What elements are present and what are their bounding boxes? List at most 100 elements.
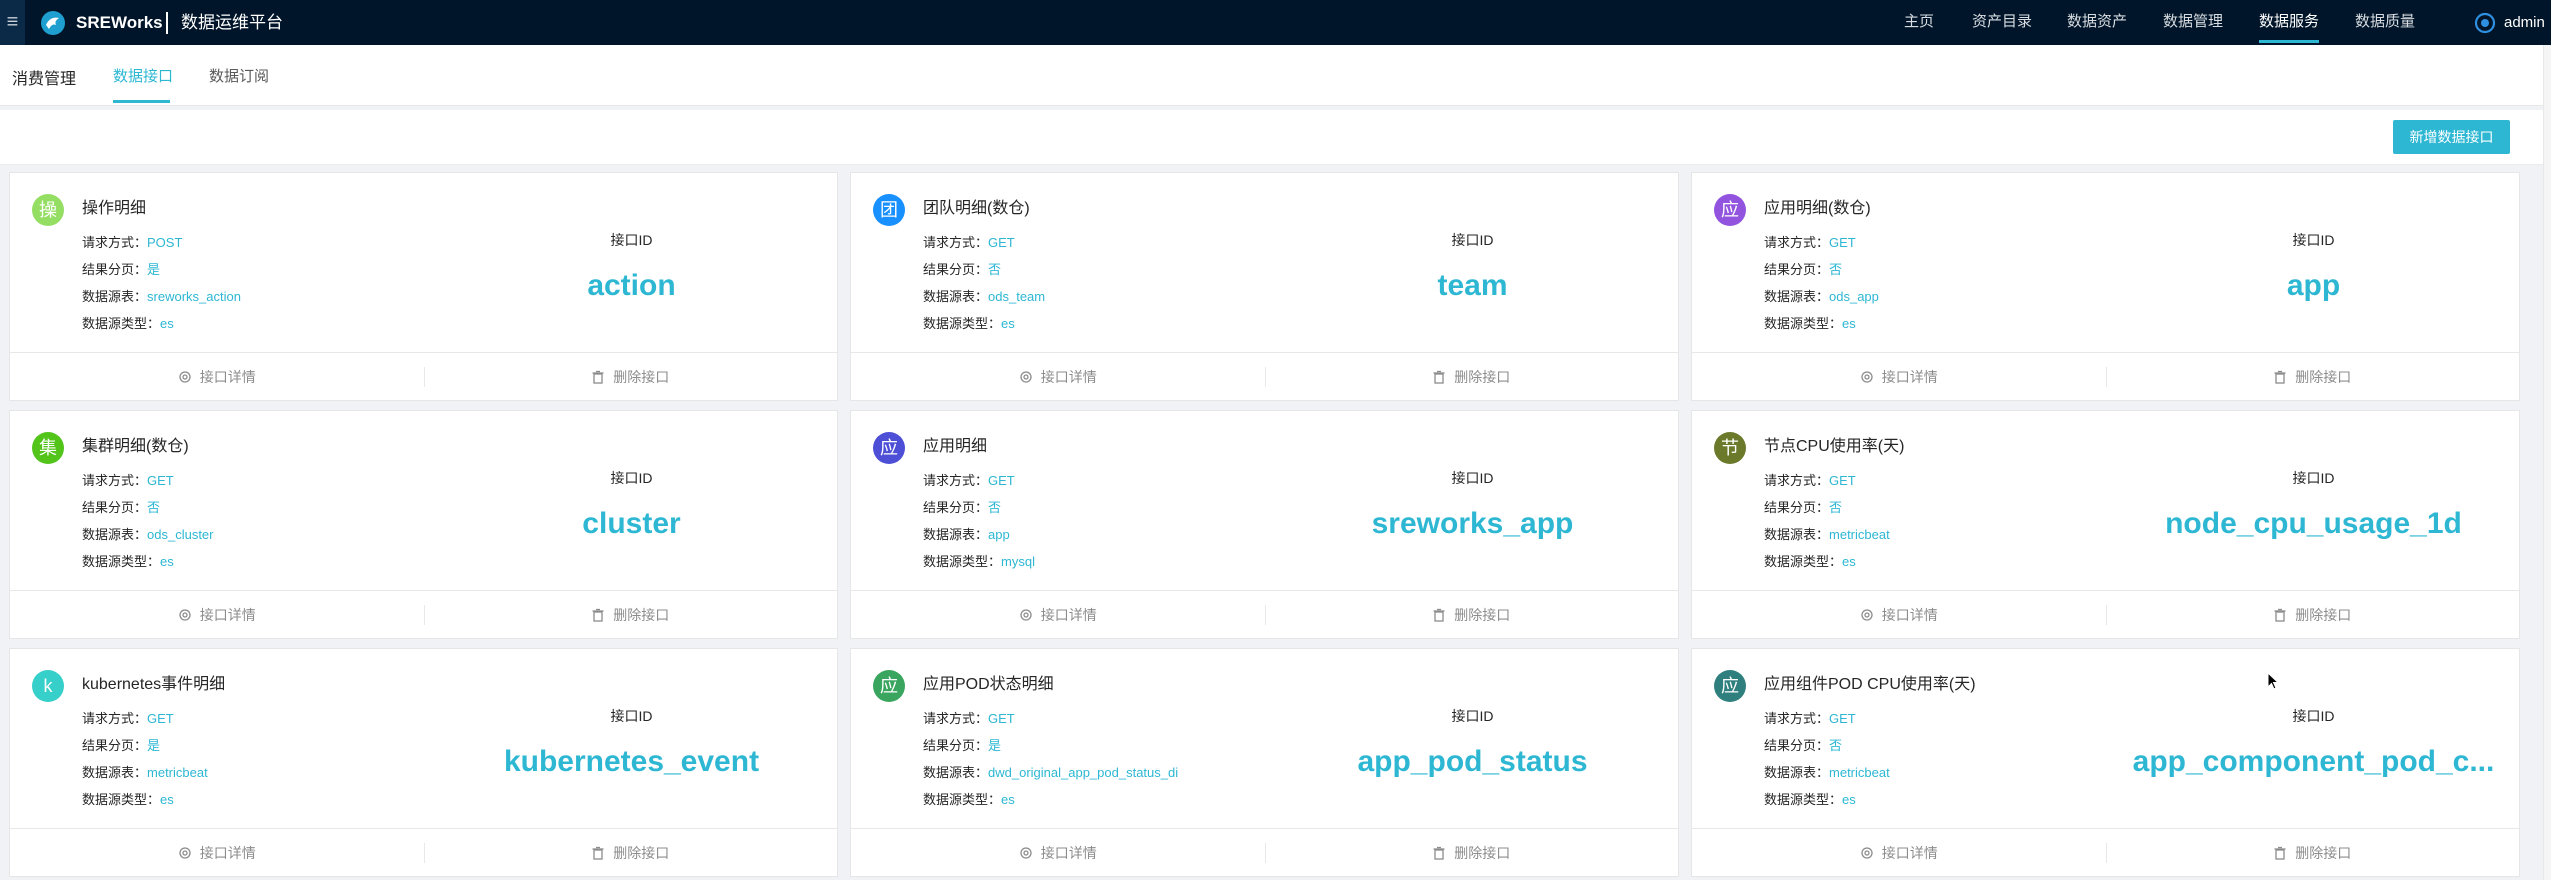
interface-id-label: 接口ID xyxy=(2292,232,2335,248)
source-type-value: es xyxy=(1842,554,1856,569)
nav-data-assets[interactable]: 数据资产 xyxy=(2067,0,2127,45)
paging-value: 否 xyxy=(1829,262,1843,277)
nav-home[interactable]: 主页 xyxy=(1904,0,1934,45)
source-table-label: 数据源表： xyxy=(1764,765,1830,780)
nav-data-quality[interactable]: 数据质量 xyxy=(2355,0,2415,45)
source-type-label: 数据源类型： xyxy=(923,792,1002,807)
source-table-row: 数据源表：app xyxy=(923,524,1010,543)
interface-id-value: app_component_pod_c... xyxy=(2132,745,2495,778)
paging-value: 否 xyxy=(147,500,161,515)
source-table-row: 数据源表：metricbeat xyxy=(1764,524,1890,543)
page-scrollbar[interactable] xyxy=(2543,45,2551,880)
method-value: GET xyxy=(988,711,1015,726)
interface-card: 节 节点CPU使用率(天) 请求方式：GET 结果分页：否 数据源表：metri… xyxy=(1691,410,2520,639)
delete-interface-button[interactable]: 删除接口 xyxy=(2106,353,2520,401)
interface-id-value: action xyxy=(587,269,676,302)
source-table-label: 数据源表： xyxy=(82,289,148,304)
mouse-cursor-icon xyxy=(2267,672,2279,690)
delete-icon xyxy=(1432,845,1454,861)
hamburger-icon[interactable]: ≡ xyxy=(0,0,25,45)
delete-interface-button[interactable]: 删除接口 xyxy=(424,591,838,639)
method-label: 请求方式： xyxy=(923,473,989,488)
interface-card: 操 操作明细 请求方式：POST 结果分页：是 数据源表：sreworks_ac… xyxy=(9,172,838,401)
card-title: 应用POD状态明细 xyxy=(923,676,1054,693)
tab-data-interface[interactable]: 数据接口 xyxy=(113,65,173,86)
card-title: 应用组件POD CPU使用率(天) xyxy=(1764,676,1976,693)
card-avatar: 团 xyxy=(873,194,905,226)
section-title: 消费管理 xyxy=(12,71,77,88)
source-table-row: 数据源表：metricbeat xyxy=(1764,762,1890,781)
interface-detail-button[interactable]: 接口详情 xyxy=(1692,353,2106,401)
method-value: GET xyxy=(988,235,1015,250)
source-type-label: 数据源类型： xyxy=(82,554,161,569)
nav-data-management[interactable]: 数据管理 xyxy=(2163,0,2223,45)
source-table-value: metricbeat xyxy=(1829,765,1890,780)
delete-interface-button[interactable]: 删除接口 xyxy=(1265,829,1679,877)
interface-detail-button[interactable]: 接口详情 xyxy=(1692,829,2106,877)
add-data-interface-button[interactable]: 新增数据接口 xyxy=(2393,120,2510,154)
interface-id-block: 接口ID app_pod_status xyxy=(1265,649,1680,830)
paging-label: 结果分页： xyxy=(1764,262,1830,277)
delete-interface-button[interactable]: 删除接口 xyxy=(1265,353,1679,401)
interface-detail-button[interactable]: 接口详情 xyxy=(851,591,1265,639)
interface-card: 团 团队明细(数仓) 请求方式：GET 结果分页：否 数据源表：ods_team… xyxy=(850,172,1679,401)
card-actions: 接口详情 删除接口 xyxy=(1692,828,2519,876)
nav-asset-catalog[interactable]: 资产目录 xyxy=(1972,0,2032,45)
setting-icon xyxy=(178,607,200,623)
delete-interface-button[interactable]: 删除接口 xyxy=(2106,829,2520,877)
toolbar xyxy=(0,110,2551,165)
card-title: kubernetes事件明细 xyxy=(82,676,226,693)
delete-interface-button[interactable]: 删除接口 xyxy=(2106,591,2520,639)
delete-interface-label: 删除接口 xyxy=(2295,845,2352,861)
card-avatar: 节 xyxy=(1714,432,1746,464)
card-avatar: 集 xyxy=(32,432,64,464)
source-table-label: 数据源表： xyxy=(1764,527,1830,542)
card-avatar: 应 xyxy=(873,432,905,464)
paging-value: 是 xyxy=(147,738,161,753)
interface-detail-button[interactable]: 接口详情 xyxy=(851,829,1265,877)
card-title: 集群明细(数仓) xyxy=(82,438,189,455)
setting-icon xyxy=(178,845,200,861)
paging-label: 结果分页： xyxy=(1764,738,1830,753)
source-table-label: 数据源表： xyxy=(923,289,989,304)
interface-detail-button[interactable]: 接口详情 xyxy=(10,353,424,401)
interface-detail-label: 接口详情 xyxy=(199,845,256,861)
source-type-row: 数据源类型：es xyxy=(923,789,1015,808)
interface-detail-label: 接口详情 xyxy=(199,369,256,385)
tab-data-subscription[interactable]: 数据订阅 xyxy=(209,65,269,86)
card-actions: 接口详情 删除接口 xyxy=(851,352,1678,400)
method-label: 请求方式： xyxy=(1764,473,1830,488)
paging-value: 是 xyxy=(147,262,161,277)
interface-detail-label: 接口详情 xyxy=(1881,369,1938,385)
nav-data-service[interactable]: 数据服务 xyxy=(2259,0,2320,45)
interface-detail-button[interactable]: 接口详情 xyxy=(10,591,424,639)
interface-detail-button[interactable]: 接口详情 xyxy=(1692,591,2106,639)
interface-detail-button[interactable]: 接口详情 xyxy=(10,829,424,877)
interface-card: 集 集群明细(数仓) 请求方式：GET 结果分页：否 数据源表：ods_clus… xyxy=(9,410,838,639)
source-table-label: 数据源表： xyxy=(82,527,148,542)
user-name[interactable]: admin xyxy=(2504,0,2545,45)
source-table-label: 数据源表： xyxy=(923,765,989,780)
setting-icon xyxy=(1019,369,1041,385)
user-avatar-icon[interactable] xyxy=(2474,12,2496,34)
source-type-label: 数据源类型： xyxy=(1764,792,1843,807)
paging-label: 结果分页： xyxy=(82,262,148,277)
delete-interface-button[interactable]: 删除接口 xyxy=(1265,591,1679,639)
card-actions: 接口详情 删除接口 xyxy=(851,590,1678,638)
delete-interface-button[interactable]: 删除接口 xyxy=(424,353,838,401)
method-label: 请求方式： xyxy=(1764,711,1830,726)
setting-icon xyxy=(1019,845,1041,861)
delete-icon xyxy=(2273,607,2295,623)
source-type-value: es xyxy=(1001,316,1015,331)
paging-row: 结果分页：是 xyxy=(82,735,160,754)
method-row: 请求方式：GET xyxy=(923,470,1015,489)
method-row: 请求方式：GET xyxy=(923,708,1015,727)
interface-card: 应 应用POD状态明细 请求方式：GET 结果分页：是 数据源表：dwd_ori… xyxy=(850,648,1679,877)
interface-id-label: 接口ID xyxy=(610,708,653,724)
paging-value: 否 xyxy=(1829,500,1843,515)
delete-interface-button[interactable]: 删除接口 xyxy=(424,829,838,877)
interface-detail-button[interactable]: 接口详情 xyxy=(851,353,1265,401)
paging-value: 否 xyxy=(1829,738,1843,753)
method-row: 请求方式：GET xyxy=(82,470,174,489)
source-table-value: ods_team xyxy=(988,289,1046,304)
